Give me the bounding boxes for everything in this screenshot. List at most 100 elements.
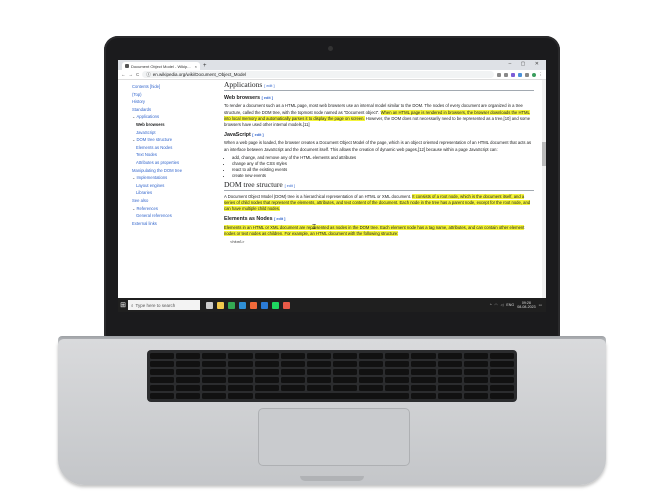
toc-collapse-chevron-icon[interactable]: ⌄ [132,137,136,142]
keyboard-key [411,369,436,375]
toc-item[interactable]: Web browsers [132,121,214,129]
profile-avatar-icon[interactable] [531,72,536,77]
keyboard-key [437,385,462,391]
toc-item[interactable]: (Top) [132,91,214,99]
keyboard-key [202,393,227,399]
vscode-icon[interactable] [261,301,268,309]
keyboard-key [359,369,384,375]
keyboard-key [385,385,410,391]
toc-item-label: Contents [hide] [132,84,161,89]
spotify-icon[interactable] [272,301,279,309]
keyboard-key [306,385,331,391]
keyboard-key [332,369,358,375]
new-tab-button[interactable]: + [203,62,207,70]
laptop-trackpad[interactable] [258,408,410,466]
chrome-icon[interactable] [228,301,235,309]
keyboard-key [332,361,358,367]
toc-item[interactable]: Libraries [132,189,214,197]
keyboard-key [385,353,410,359]
toc-item[interactable]: Contents [hide] [132,83,214,91]
taskbar-clock[interactable]: 09:28 08-08-2023 [517,301,535,309]
keyboard-key [280,361,305,367]
language-indicator[interactable]: ENG [506,303,514,307]
edit-link[interactable]: [ edit ] [285,184,295,188]
tray-chevron-icon[interactable]: ^ [490,303,492,307]
toc-item[interactable]: ⌄References [132,205,214,213]
site-info-icon[interactable]: ⓘ [146,72,151,78]
browser-tab[interactable]: Document Object Model - Wikip... × [122,62,200,70]
menu-kebab-icon[interactable]: ⋮ [539,72,544,78]
toc-collapse-chevron-icon[interactable]: ⌄ [132,206,136,211]
share-icon[interactable] [496,72,501,77]
keyboard-key [489,369,514,375]
taskbar-search-input[interactable]: ⌕ Type here to search [128,300,200,310]
toc-item[interactable]: Elements as Nodes [132,144,214,152]
task-view-icon[interactable] [206,301,213,309]
toc-item[interactable]: Text Nodes [132,151,214,159]
keyboard-key [228,385,253,391]
keyboard-key [411,393,436,399]
forward-icon[interactable]: → [129,72,134,77]
toc-item[interactable]: Manipulating the DOM tree [132,167,214,175]
extension-icon[interactable] [517,72,522,77]
bookmark-star-icon[interactable] [503,72,508,77]
toc-item[interactable]: Layout engines [132,182,214,190]
keyboard-key [254,361,279,367]
toc-item[interactable]: History [132,98,214,106]
laptop-bezel-bottom [118,312,546,336]
scrollbar-thumb[interactable] [542,142,546,166]
keyboard-key [489,385,514,391]
windows-start-icon[interactable]: ⊞ [118,301,128,309]
toc-item[interactable]: Attributes as properties [132,159,214,167]
keyboard-key [150,385,175,391]
window-controls[interactable]: – ▢ ✕ [509,61,543,67]
toc-item-label: Attributes as properties [136,159,180,165]
url-text: en.wikipedia.org/wiki/Document_Object_Mo… [152,72,247,77]
url-input[interactable]: ⓘ en.wikipedia.org/wiki/Document_Object_… [142,71,494,78]
back-icon[interactable]: ← [121,72,126,77]
reload-icon[interactable]: C [136,72,139,77]
tab-title: Document Object Model - Wikip... [131,63,191,69]
edge-icon[interactable] [239,301,246,309]
toc-item[interactable]: General references [132,212,214,220]
keyboard-key [411,385,436,391]
edit-link[interactable]: [ edit ] [274,217,285,221]
keyboard-key [332,385,358,391]
keyboard-key [176,369,201,375]
webcam-icon [328,46,333,51]
store-icon[interactable] [283,301,290,309]
wifi-icon[interactable]: ◠ [495,303,498,307]
section-heading-dom-tree: DOM tree structure [ edit ] [224,180,534,191]
subsection-heading-web-browsers: Web browsers [ edit ] [224,95,273,102]
edit-link[interactable]: [ edit ] [262,96,273,100]
toc-item[interactable]: See also [132,197,214,205]
extension-icon[interactable] [510,72,515,77]
keyboard-key [228,353,253,359]
toc-item[interactable]: ⌄Implementations [132,174,214,182]
notification-icon[interactable]: ▭ [539,303,542,307]
page-scrollbar[interactable] [542,80,546,298]
toc-item[interactable]: External links [132,220,214,228]
keyboard-key [202,385,227,391]
edit-link[interactable]: [ edit ] [264,84,274,88]
wikipedia-favicon-icon [125,64,129,68]
toc-collapse-chevron-icon[interactable]: ⌄ [132,175,136,180]
toc-item[interactable]: ⌄DOM tree structure [132,136,214,144]
file-explorer-icon[interactable] [217,301,224,309]
keyboard-key [176,393,201,399]
brave-icon[interactable] [250,301,257,309]
toc-item-label: History [132,99,146,105]
keyboard-key [385,361,410,367]
edit-link[interactable]: [ edit ] [252,133,263,137]
keyboard-key [463,377,488,383]
keyboard-key [306,353,331,359]
keyboard-key [202,353,227,359]
tab-close-icon[interactable]: × [195,64,197,69]
extensions-puzzle-icon[interactable] [524,72,529,77]
volume-icon[interactable]: ◁ [501,303,504,307]
toc-item[interactable]: JavaScript [132,129,214,137]
toc-item[interactable]: Standards [132,106,214,114]
toc-item[interactable]: ⌄Applications [132,113,214,121]
toc-item-label: Manipulating the DOM tree [132,167,183,173]
toc-collapse-chevron-icon[interactable]: ⌄ [132,114,136,119]
